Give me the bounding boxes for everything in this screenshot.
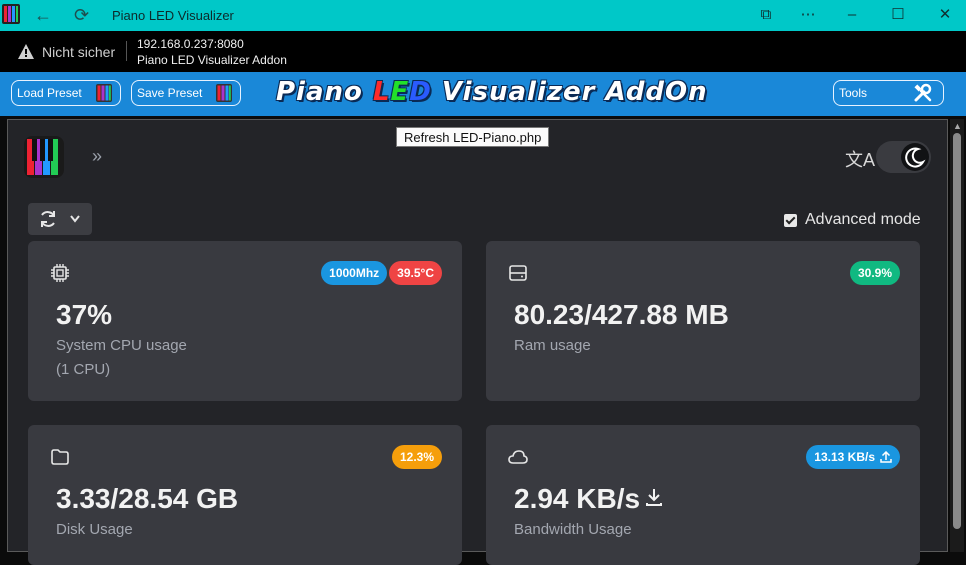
cpu-frequency-badge: 1000Mhz [321,261,388,285]
save-preset-label: Save Preset [137,86,203,100]
piano-keys-icon [216,84,232,102]
ram-percent-badge: 30.9% [849,261,900,285]
more-options-icon[interactable]: ⋯ [796,5,820,25]
brand-letter-e: E [390,77,410,107]
advanced-mode-option[interactable]: Advanced mode [784,211,921,229]
save-preset-button[interactable]: Save Preset [131,80,241,106]
maximize-button[interactable]: ☐ [886,5,910,25]
bandwidth-card: 13.13 KB/s 2.94 KB/s Bandwidth Usage [486,425,920,565]
brand-letter-d: D [409,77,432,107]
cpu-card: 1000Mhz 39.5°C 37% System CPU usage (1 C… [28,241,462,401]
tooltip: Refresh LED-Piano.php [396,127,550,147]
close-button[interactable]: ✕ [933,5,957,25]
tools-label: Tools [839,86,868,100]
ram-card: 30.9% 80.23/427.88 MB Ram usage [486,241,920,401]
brand-part-2: Visualizer AddOn [431,77,708,107]
scroll-up-icon[interactable]: ▲ [953,121,962,131]
tools-icon [914,83,932,102]
app-header: Load Preset Save Preset Piano LED Visual… [0,72,966,116]
piano-logo[interactable] [24,136,64,178]
moon-icon [905,147,926,168]
disk-card: 12.3% 3.33/28.54 GB Disk Usage [28,425,462,565]
app-brand-title: Piano LED Visualizer AddOn [276,77,708,107]
minimize-button[interactable]: – [840,5,864,25]
brand-letter-l: L [372,77,391,107]
disk-usage-label: Disk Usage [56,521,133,538]
ram-usage-label: Ram usage [514,337,591,354]
folder-icon [51,449,69,465]
dark-mode-toggle[interactable] [876,141,931,173]
bandwidth-badges: 13.13 KB/s [806,445,900,469]
upload-rate-value: 13.13 KB/s [814,450,875,464]
address-bar: Nicht sicher 192.168.0.237:8080 Piano LE… [0,31,966,72]
load-preset-label: Load Preset [17,86,82,100]
toggle-knob [901,143,929,171]
bandwidth-value-row: 2.94 KB/s [514,483,664,515]
tools-button[interactable]: Tools [833,80,944,106]
upload-rate-badge: 13.13 KB/s [806,445,900,469]
disk-usage-value: 3.33/28.54 GB [56,483,239,514]
cpu-count-label: (1 CPU) [56,361,111,378]
url-text[interactable]: 192.168.0.237:8080 [137,37,244,51]
piano-keys-icon [96,84,112,102]
cpu-badges: 1000Mhz 39.5°C [321,261,442,285]
cloud-icon [508,450,528,464]
divider [126,41,127,61]
advanced-mode-label: Advanced mode [805,211,921,228]
refresh-icon [41,211,55,227]
cpu-icon [51,264,69,282]
piano-app-icon [2,4,20,24]
back-arrow-icon[interactable]: ← [34,5,52,25]
screenshot-icon[interactable]: ⧉ [754,5,778,25]
window-title: Piano LED Visualizer [112,8,234,23]
scrollbar-thumb[interactable] [953,133,961,529]
disk-percent-badge: 12.3% [391,445,442,469]
disk-badges: 12.3% [391,445,442,469]
refresh-interval-dropdown[interactable] [28,203,92,235]
page-title: Piano LED Visualizer Addon [137,53,287,67]
load-preset-button[interactable]: Load Preset [11,80,121,106]
cpu-temperature-badge: 39.5°C [389,261,442,285]
expand-sidebar-icon[interactable]: » [92,146,102,167]
translate-icon[interactable]: 文A [845,146,875,172]
cpu-usage-label: System CPU usage [56,337,187,354]
brand-part-1: Piano [276,77,373,107]
chevron-down-icon [70,215,80,223]
bandwidth-usage-value: 2.94 KB/s [514,483,641,514]
upload-icon [880,451,892,463]
scrollbar[interactable]: ▲ [950,119,964,552]
security-status[interactable]: Nicht sicher [42,44,115,60]
ram-usage-value: 80.23/427.88 MB [514,299,729,330]
warning-icon[interactable] [18,44,34,59]
ram-badges: 30.9% [849,261,900,285]
memory-icon [509,265,527,281]
bandwidth-usage-label: Bandwidth Usage [514,521,632,538]
window-titlebar: ← ⟳ Piano LED Visualizer ⧉ ⋯ – ☐ ✕ [0,0,966,31]
reload-icon[interactable]: ⟳ [74,5,89,25]
advanced-mode-checkbox[interactable] [784,213,797,227]
cpu-usage-value: 37% [56,299,113,330]
download-icon [646,489,663,506]
